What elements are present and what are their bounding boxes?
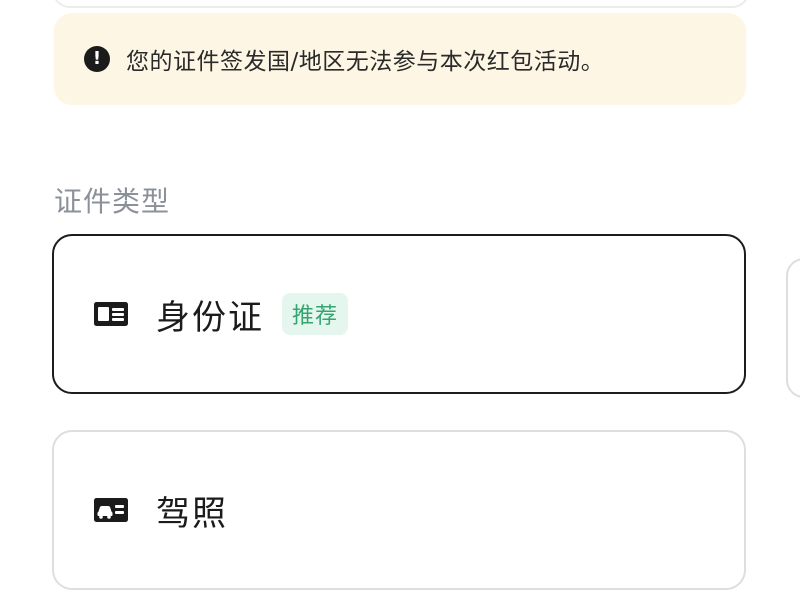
previous-card-edge (52, 0, 750, 8)
id-card-label: 身份证 (156, 297, 264, 338)
notice-text: 您的证件签发国/地区无法参与本次红包活动。 (126, 49, 605, 75)
ineligible-notice-banner: ! 您的证件签发国/地区无法参与本次红包活动。 (54, 13, 746, 105)
adjacent-card-edge (786, 258, 800, 398)
document-type-label: 证件类型 (54, 185, 171, 218)
id-card-option[interactable]: 身份证 推荐 (52, 234, 746, 394)
id-card-icon (94, 302, 128, 326)
drivers-license-icon (94, 498, 128, 522)
exclamation-circle-icon: ! (84, 46, 110, 72)
page: ! 您的证件签发国/地区无法参与本次红包活动。 证件类型 身份证 推荐 驾照 (0, 0, 800, 600)
recommended-badge: 推荐 (282, 293, 349, 335)
drivers-license-label: 驾照 (156, 493, 228, 534)
drivers-license-option[interactable]: 驾照 (52, 430, 746, 590)
